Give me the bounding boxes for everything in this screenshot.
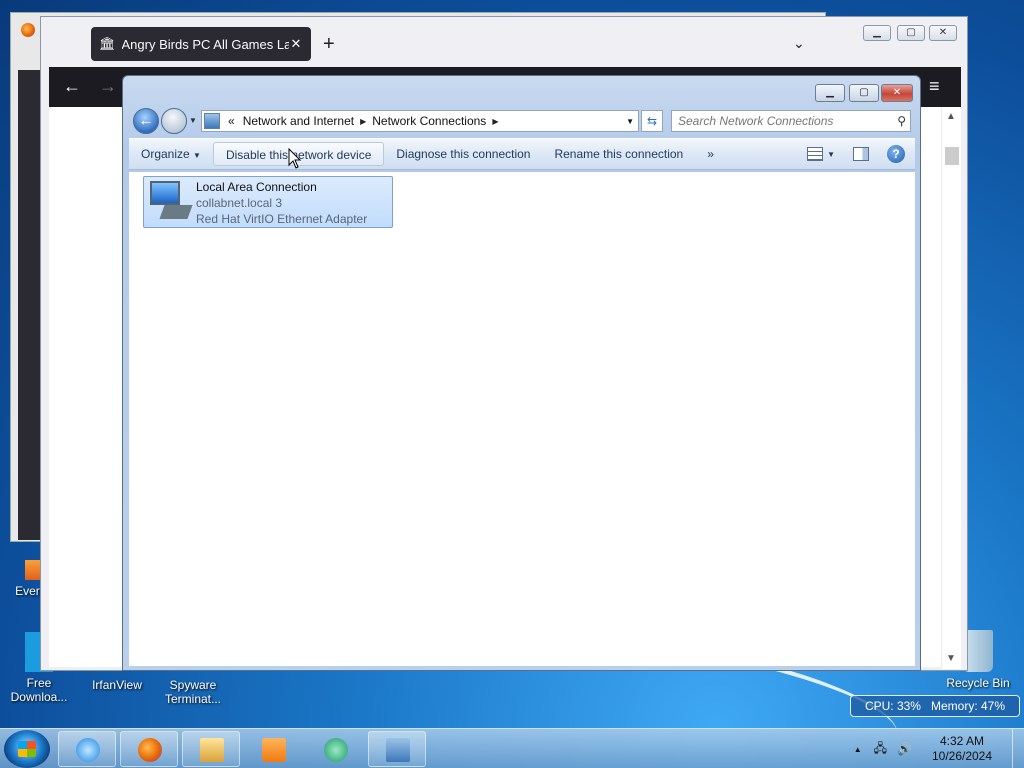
organize-button[interactable]: Organize ▼ (129, 142, 213, 166)
monitor-shape (150, 181, 180, 205)
command-bar: Organize ▼ Disable this network device D… (129, 138, 915, 170)
taskbar-media-center[interactable] (306, 731, 364, 767)
address-bar[interactable]: « Network and Internet ▶ Network Connect… (201, 110, 639, 132)
more-commands-button[interactable]: » (695, 142, 726, 166)
forward-button[interactable]: → (99, 76, 117, 97)
network-connections-window[interactable]: ▁ ▢ ✕ ← ▼ « Network and Internet ▶ Netwo… (122, 75, 921, 671)
list-all-tabs-button[interactable]: ⌄ (793, 35, 805, 52)
connection-adapter: Red Hat VirtIO Ethernet Adapter (196, 212, 368, 226)
explorer-minimize-button[interactable]: ▁ (815, 84, 845, 102)
connections-list: Local Area Connection collabnet.local 3 … (129, 172, 915, 666)
diagnose-connection-button[interactable]: Diagnose this connection (384, 142, 542, 166)
help-icon[interactable]: ? (887, 145, 905, 163)
internet-explorer-icon (76, 738, 100, 762)
volume-icon[interactable]: 🔊 (897, 742, 912, 756)
firefox-tab[interactable]: 🏛 Angry Birds PC All Games Latest ✕ (91, 27, 311, 61)
breadcrumb-network-connections[interactable]: Network Connections (372, 114, 486, 128)
firefox-icon (138, 738, 162, 762)
clock-date: 10/26/2024 (931, 749, 993, 763)
view-controls: ▼ ? (803, 145, 915, 163)
explorer-close-button[interactable]: ✕ (881, 84, 913, 102)
change-view-icon[interactable] (807, 147, 824, 161)
start-button[interactable] (4, 730, 50, 768)
close-button[interactable]: ✕ (929, 25, 957, 41)
explorer-maximize-button[interactable]: ▢ (849, 84, 879, 102)
organize-label: Organize (141, 147, 190, 161)
tab-title: Angry Birds PC All Games Latest (121, 36, 289, 52)
address-row: ← ▼ « Network and Internet ▶ Network Con… (129, 108, 915, 134)
explorer-forward-button[interactable] (161, 108, 187, 134)
recent-pages-dropdown-icon[interactable]: ▼ (189, 116, 197, 125)
firefox-tab-bar: 🏛 Angry Birds PC All Games Latest ✕ + ⌄ … (41, 17, 967, 67)
breadcrumb-arrow-icon[interactable]: ▶ (492, 117, 498, 126)
breadcrumb-overflow[interactable]: « (228, 114, 235, 128)
close-tab-icon[interactable]: ✕ (289, 36, 303, 52)
cpu-usage: CPU: 33% (864, 699, 921, 713)
scroll-down-icon[interactable]: ▼ (946, 653, 956, 664)
connection-network: collabnet.local 3 (196, 196, 283, 210)
connection-details: Local Area Connection collabnet.local 3 … (196, 177, 367, 227)
breadcrumb-network-and-internet[interactable]: Network and Internet (243, 114, 354, 128)
desktop-icon-label: Spyware Terminat... (164, 678, 221, 706)
firefox-scrollbar[interactable]: ▲ ▼ (941, 107, 961, 669)
minimize-button[interactable]: ▁ (863, 25, 891, 41)
system-monitor-gadget: CPU: 33% Memory: 47% (850, 695, 1020, 717)
explorer-back-button[interactable]: ← (133, 108, 159, 134)
menu-button[interactable]: ≡ (929, 76, 940, 97)
card-shape (159, 205, 193, 219)
taskbar-media-player[interactable] (244, 731, 302, 767)
desktop-icon-label: IrfanView (92, 678, 142, 692)
preview-pane-icon[interactable] (853, 147, 869, 161)
rename-connection-button[interactable]: Rename this connection (542, 142, 695, 166)
background-window-sidebar (18, 70, 40, 540)
connection-name: Local Area Connection (196, 180, 317, 194)
folder-icon (200, 738, 224, 762)
maximize-button[interactable]: ▢ (897, 25, 925, 41)
mouse-cursor-icon (288, 148, 302, 169)
taskbar-firefox[interactable] (120, 731, 178, 767)
clock[interactable]: 4:32 AM 10/26/2024 (922, 734, 1002, 764)
memory-usage: Memory: 47% (931, 699, 1006, 713)
network-adapter-icon (144, 177, 196, 227)
chevron-down-icon: ▼ (193, 151, 201, 160)
scroll-up-icon[interactable]: ▲ (946, 111, 956, 122)
scrollbar-thumb[interactable] (945, 147, 959, 165)
taskbar-internet-explorer[interactable] (58, 731, 116, 767)
windows-logo-icon (18, 741, 36, 757)
network-connections-icon (386, 738, 410, 762)
desktop-icon-label: Recycle Bin (946, 676, 1010, 690)
search-box[interactable]: ⚲ (671, 110, 911, 132)
taskbar-network-connections[interactable] (368, 731, 426, 767)
network-icon[interactable]: 🖧 (874, 739, 887, 760)
museum-icon: 🏛 (99, 36, 116, 51)
search-icon: ⚲ (897, 114, 906, 128)
show-desktop-button[interactable] (1012, 729, 1024, 768)
taskbar-windows-explorer[interactable] (182, 731, 240, 767)
control-panel-icon (204, 113, 220, 129)
refresh-button[interactable]: ⇆ (641, 110, 663, 132)
taskbar: ▲ 🖧 🔊 4:32 AM 10/26/2024 (0, 728, 1024, 768)
clock-time: 4:32 AM (939, 734, 985, 748)
desktop-icon-label: Free Downloa... (10, 676, 68, 704)
connection-item-local-area[interactable]: Local Area Connection collabnet.local 3 … (143, 176, 393, 228)
search-input[interactable] (672, 111, 882, 131)
breadcrumb-arrow-icon[interactable]: ▶ (360, 117, 366, 126)
view-dropdown-icon[interactable]: ▼ (827, 150, 835, 159)
firefox-icon (21, 23, 35, 37)
media-center-icon (324, 738, 348, 762)
media-player-icon (262, 738, 286, 762)
address-dropdown-icon[interactable]: ▼ (626, 117, 634, 126)
show-hidden-icons-icon[interactable]: ▲ (854, 745, 862, 754)
system-tray: ▲ 🖧 🔊 4:32 AM 10/26/2024 (854, 729, 1024, 768)
new-tab-button[interactable]: + (323, 33, 335, 56)
back-button[interactable]: ← (63, 76, 81, 97)
